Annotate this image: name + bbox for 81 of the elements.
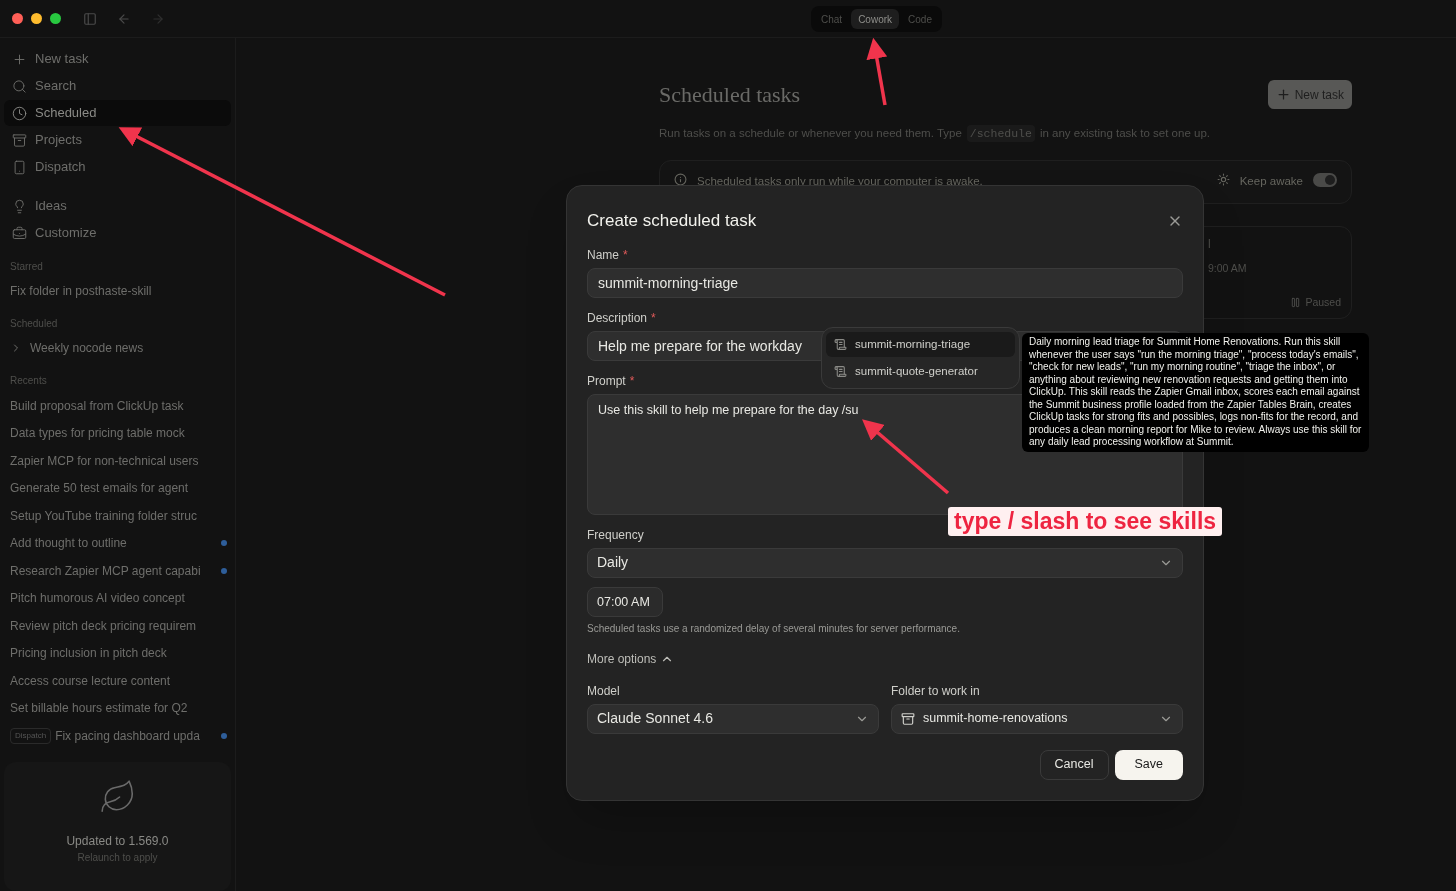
sidebar-item[interactable]: New task [4,46,231,72]
field-label: Prompt [587,372,626,390]
recent-item[interactable]: Pricing inclusion in pitch deck [10,644,167,663]
description-text: Run tasks on a schedule or whenever you need them. Type [659,126,962,141]
recent-item[interactable]: Build proposal from ClickUp task [10,396,184,415]
recent-item[interactable]: Review pitch deck pricing requirem [10,616,197,635]
new-task-button[interactable]: New task [1267,80,1352,109]
recent-item[interactable]: Access course lecture content [10,671,171,690]
sidebar-item[interactable]: Fix folder in posthaste-skill [0,278,162,304]
field-label: Frequency [587,526,644,544]
recent-item[interactable]: Add thought to outline [10,534,127,553]
plus-icon [12,51,27,67]
back-icon[interactable] [117,11,131,26]
sidebar-item[interactable]: Search [4,73,231,99]
field-label: Name [587,246,619,264]
box-icon [901,711,915,726]
frequency-select[interactable]: Daily [587,547,1183,578]
scroll-icon [834,338,847,351]
folder-select[interactable]: summit-home-renovations [891,703,1183,734]
notice-text: Scheduled tasks only run while your computer is awake. [697,174,983,190]
sun-icon [1216,173,1230,187]
save-button[interactable]: Save [1114,749,1183,780]
sidebar-item[interactable]: Customize [4,220,231,246]
task-status: Paused [1305,294,1341,310]
skill-option[interactable]: summit-quote-generator [826,359,1015,384]
keep-awake-label: Keep awake [1239,174,1303,190]
required-mark: * [623,246,628,264]
recent-item[interactable]: Set billable hours estimate for Q2 [10,699,188,718]
search-icon [12,78,27,94]
recent-item[interactable]: Setup YouTube training folder struc [10,506,197,525]
sidebar-item[interactable]: Ideas [4,193,231,219]
annotation-callout: type / slash to see skills [948,507,1223,536]
required-mark: * [629,372,635,390]
recent-item[interactable]: Pitch humorous AI video concept [10,589,185,608]
sidebar-item[interactable]: Scheduled [4,100,231,126]
hint-text: Scheduled tasks use a randomized delay of several minutes for server performance. [587,621,961,636]
section-heading: Recents [9,374,48,388]
required-mark: * [651,309,656,327]
sidebar-item[interactable]: Weekly nocode news [30,339,144,357]
skill-tooltip: Daily morning lead triage for Summit Home Renovations. Run this skill whenever the user says "run the morning triage", "process today's emails", "check for new leads", "run my morning routine", "triage the inbox", or anything about reviewing new renovation requests and getting them into ClickUp. This skill reads the Zapier Gmail inbox, scores each email against the Summit business profile loaded from the Zapier Tables Brain, creates ClickUp tasks for strong fits and possibles, logs non-fits for the record, and produces a clean morning report for Mike to review. Always use this skill for any daily lead processing workflow at Summit. [1022,333,1369,452]
section-heading: Starred [9,260,44,274]
sidebar-toggle-icon[interactable] [83,11,97,26]
section-heading: Scheduled [9,317,59,331]
box-icon [12,132,27,148]
field-label: Folder to work in [891,682,980,700]
model-select[interactable]: Claude Sonnet 4.6 [587,703,879,734]
mode-tab[interactable]: Code [901,9,939,29]
briefcase-icon [12,225,27,241]
window-control[interactable] [50,13,61,24]
mode-tab[interactable]: Chat [814,9,850,29]
dispatch-tag: Dispatch [10,727,52,744]
sidebar-item[interactable]: Projects [4,127,231,153]
name-field[interactable]: summit-morning-triage [587,267,1183,298]
field-label: Description [587,309,648,327]
recent-item[interactable]: Zapier MCP for non-technical users [10,451,199,470]
keep-awake-toggle[interactable] [1313,173,1337,188]
update-title: Updated to 1.569.0 [66,832,169,850]
field-label: Model [587,682,620,700]
plus-icon [1275,87,1291,102]
annotation-arrow [866,37,888,106]
forward-icon[interactable] [151,11,165,26]
skill-option[interactable]: summit-morning-triage [826,332,1015,357]
recent-item[interactable]: Research Zapier MCP agent capabi [10,561,201,580]
recent-item[interactable]: Fix pacing dashboard upda [55,726,200,745]
sidebar-item[interactable]: Dispatch [4,154,231,180]
window-control[interactable] [31,13,42,24]
dialog-title: Create scheduled task [587,210,757,232]
mode-tab[interactable]: Cowork [851,9,900,29]
recent-item[interactable]: Generate 50 test emails for agent [10,479,189,498]
cancel-button[interactable]: Cancel [1039,749,1109,780]
info-icon [674,173,687,187]
scroll-icon [834,365,847,378]
device-icon [12,159,27,175]
clock-icon [12,105,27,121]
recent-item[interactable]: Data types for pricing table mock [10,424,185,443]
pause-icon [1290,296,1302,308]
time-field[interactable]: 07:00 AM [587,586,663,617]
more-options-toggle[interactable]: More options [587,649,675,668]
page-title: Scheduled tasks [659,81,801,109]
window-control[interactable] [12,13,23,24]
lightbulb-icon [12,198,27,214]
